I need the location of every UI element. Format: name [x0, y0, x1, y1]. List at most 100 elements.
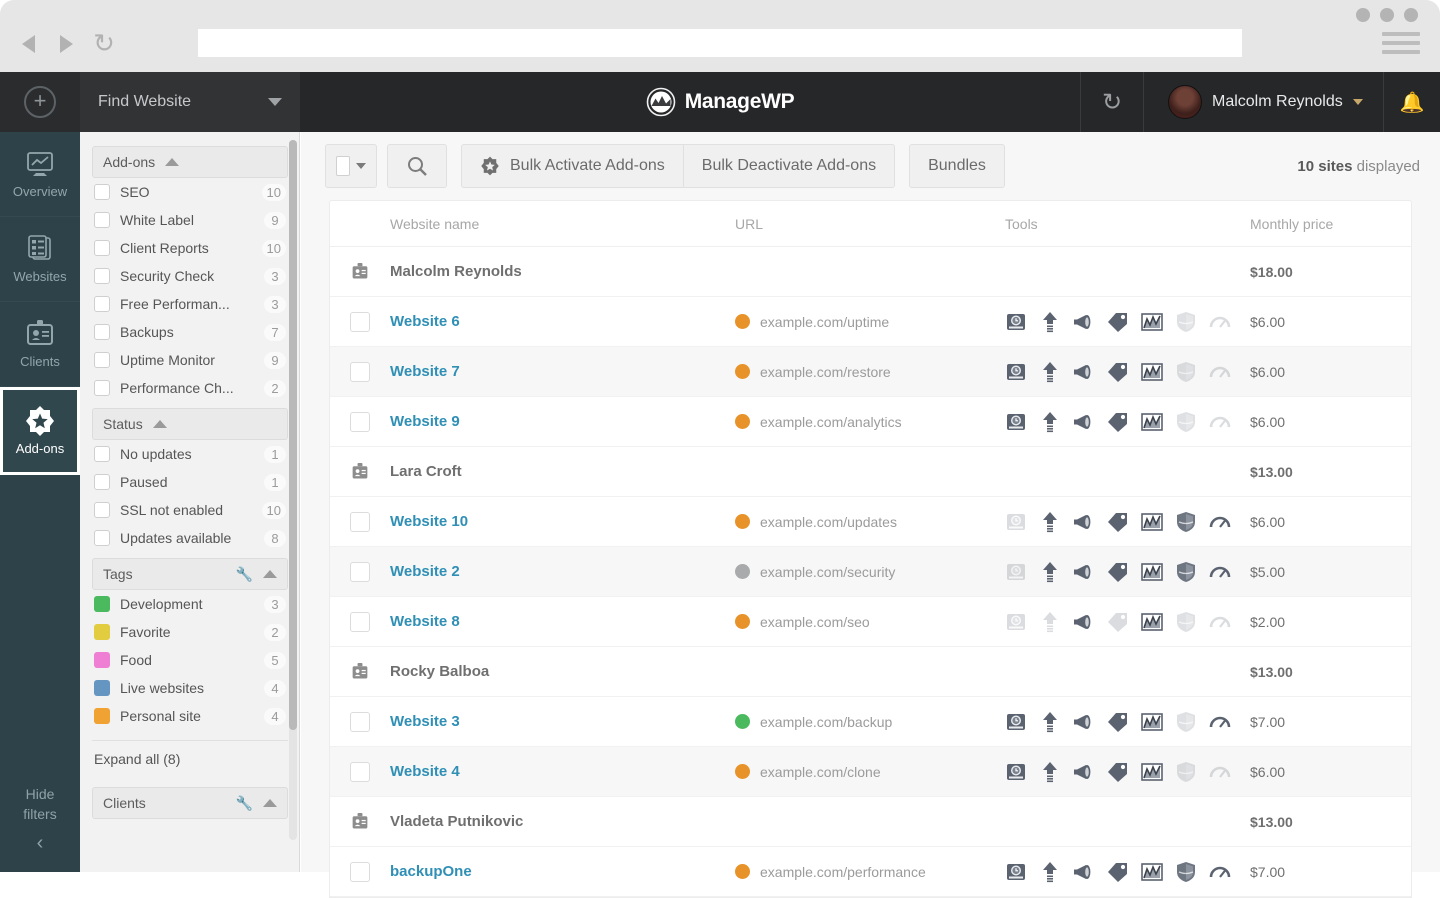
performance-gauge-icon[interactable] [1209, 511, 1231, 533]
url-text[interactable]: example.com/backup [760, 714, 892, 730]
tag-icon[interactable] [1107, 611, 1129, 633]
website-name-link[interactable]: Website 2 [390, 563, 460, 580]
reload-button[interactable]: ↻ [88, 30, 120, 58]
collapse-up-icon[interactable] [165, 158, 180, 166]
backup-icon[interactable] [1005, 761, 1027, 783]
performance-gauge-icon[interactable] [1209, 561, 1231, 583]
filter-row[interactable]: Live websites 4 [80, 674, 299, 702]
table-group-row[interactable]: Lara Croft $13.00 [330, 447, 1411, 497]
filter-row[interactable]: Food 5 [80, 646, 299, 674]
upload-icon[interactable] [1039, 361, 1061, 383]
upload-icon[interactable] [1039, 511, 1061, 533]
website-name-link[interactable]: Website 6 [390, 313, 460, 330]
analytics-chart-icon[interactable] [1141, 611, 1163, 633]
filter-section-header[interactable]: Add-ons [92, 146, 288, 178]
sidebar-item-overview[interactable]: Overview [0, 132, 80, 217]
wrench-icon[interactable]: 🔧 [236, 795, 253, 812]
megaphone-icon[interactable] [1073, 561, 1095, 583]
megaphone-icon[interactable] [1073, 761, 1095, 783]
filter-checkbox[interactable] [94, 240, 110, 256]
url-text[interactable]: example.com/updates [760, 514, 897, 530]
tag-icon[interactable] [1107, 711, 1129, 733]
website-name-link[interactable]: Website 3 [390, 713, 460, 730]
performance-gauge-icon[interactable] [1209, 611, 1231, 633]
shield-icon[interactable] [1175, 411, 1197, 433]
analytics-chart-icon[interactable] [1141, 561, 1163, 583]
url-text[interactable]: example.com/uptime [760, 314, 889, 330]
sidebar-item-clients[interactable]: Clients [0, 302, 80, 387]
url-text[interactable]: example.com/security [760, 564, 895, 580]
website-name-link[interactable]: Website 10 [390, 513, 468, 530]
filter-row[interactable]: White Label 9 [80, 206, 299, 234]
performance-gauge-icon[interactable] [1209, 311, 1231, 333]
url-text[interactable]: example.com/analytics [760, 414, 902, 430]
megaphone-icon[interactable] [1073, 611, 1095, 633]
backup-icon[interactable] [1005, 711, 1027, 733]
column-header-url[interactable]: URL [735, 216, 1005, 232]
url-text[interactable]: example.com/seo [760, 614, 870, 630]
window-dot[interactable] [1380, 8, 1394, 22]
filter-row[interactable]: Performance Ch... 2 [80, 374, 299, 402]
table-row[interactable]: Website 7 example.com/restore $6.00 [330, 347, 1411, 397]
row-checkbox[interactable] [350, 561, 370, 582]
select-all-dropdown[interactable] [325, 144, 377, 188]
upload-icon[interactable] [1039, 561, 1061, 583]
collapse-up-icon[interactable] [152, 420, 167, 428]
filter-checkbox[interactable] [94, 324, 110, 340]
table-group-row[interactable]: Rocky Balboa $13.00 [330, 647, 1411, 697]
filter-checkbox[interactable] [94, 446, 110, 462]
shield-icon[interactable] [1175, 311, 1197, 333]
add-website-button[interactable]: + [0, 72, 80, 132]
upload-icon[interactable] [1039, 311, 1061, 333]
row-checkbox[interactable] [350, 411, 370, 432]
table-row[interactable]: Website 2 example.com/security $5.00 [330, 547, 1411, 597]
bundles-button[interactable]: Bundles [909, 144, 1005, 188]
backup-icon[interactable] [1005, 311, 1027, 333]
filter-checkbox[interactable] [94, 502, 110, 518]
analytics-chart-icon[interactable] [1141, 411, 1163, 433]
table-row[interactable]: Website 9 example.com/analytics $6.00 [330, 397, 1411, 447]
filter-row[interactable]: Client Reports 10 [80, 234, 299, 262]
shield-icon[interactable] [1175, 561, 1197, 583]
filter-row[interactable]: Security Check 3 [80, 262, 299, 290]
backup-icon[interactable] [1005, 611, 1027, 633]
user-menu[interactable]: Malcolm Reynolds [1144, 72, 1384, 132]
filter-row[interactable]: Free Performan... 3 [80, 290, 299, 318]
column-header-tools[interactable]: Tools [1005, 216, 1250, 232]
shield-icon[interactable] [1175, 361, 1197, 383]
shield-icon[interactable] [1175, 611, 1197, 633]
shield-icon[interactable] [1175, 761, 1197, 783]
window-dot[interactable] [1404, 8, 1418, 22]
filter-section-header[interactable]: Clients 🔧 [92, 787, 288, 819]
performance-gauge-icon[interactable] [1209, 761, 1231, 783]
filter-row[interactable]: Personal site 4 [80, 702, 299, 730]
filter-section-header[interactable]: Status [92, 408, 288, 440]
website-name-link[interactable]: Website 8 [390, 613, 460, 630]
filter-checkbox[interactable] [94, 474, 110, 490]
expand-all-link[interactable]: Expand all (8) [92, 740, 288, 781]
filter-checkbox[interactable] [94, 212, 110, 228]
filter-checkbox[interactable] [94, 530, 110, 546]
table-row[interactable]: Website 3 example.com/backup $7.00 [330, 697, 1411, 747]
website-name-link[interactable]: Website 4 [390, 763, 460, 780]
sidebar-item-websites[interactable]: Websites [0, 217, 80, 302]
url-text[interactable]: example.com/clone [760, 764, 881, 780]
megaphone-icon[interactable] [1073, 411, 1095, 433]
wrench-icon[interactable]: 🔧 [236, 566, 253, 583]
table-row[interactable]: Website 6 example.com/uptime $6.00 [330, 297, 1411, 347]
forward-button[interactable] [50, 30, 82, 58]
window-dot[interactable] [1356, 8, 1370, 22]
filter-row[interactable]: SEO 10 [80, 178, 299, 206]
analytics-chart-icon[interactable] [1141, 711, 1163, 733]
tag-icon[interactable] [1107, 411, 1129, 433]
sidebar-item-add-ons[interactable]: Add-ons [0, 387, 88, 475]
filter-checkbox[interactable] [94, 352, 110, 368]
row-checkbox[interactable] [350, 611, 370, 632]
row-checkbox[interactable] [350, 361, 370, 382]
filter-row[interactable]: SSL not enabled 10 [80, 496, 299, 524]
filter-row[interactable]: Uptime Monitor 9 [80, 346, 299, 374]
table-row[interactable]: backupOne example.com/performance $7.00 [330, 847, 1411, 897]
tag-icon[interactable] [1107, 761, 1129, 783]
filter-section-header[interactable]: Tags 🔧 [92, 558, 288, 590]
notifications-button[interactable]: 🔔 [1384, 72, 1440, 132]
